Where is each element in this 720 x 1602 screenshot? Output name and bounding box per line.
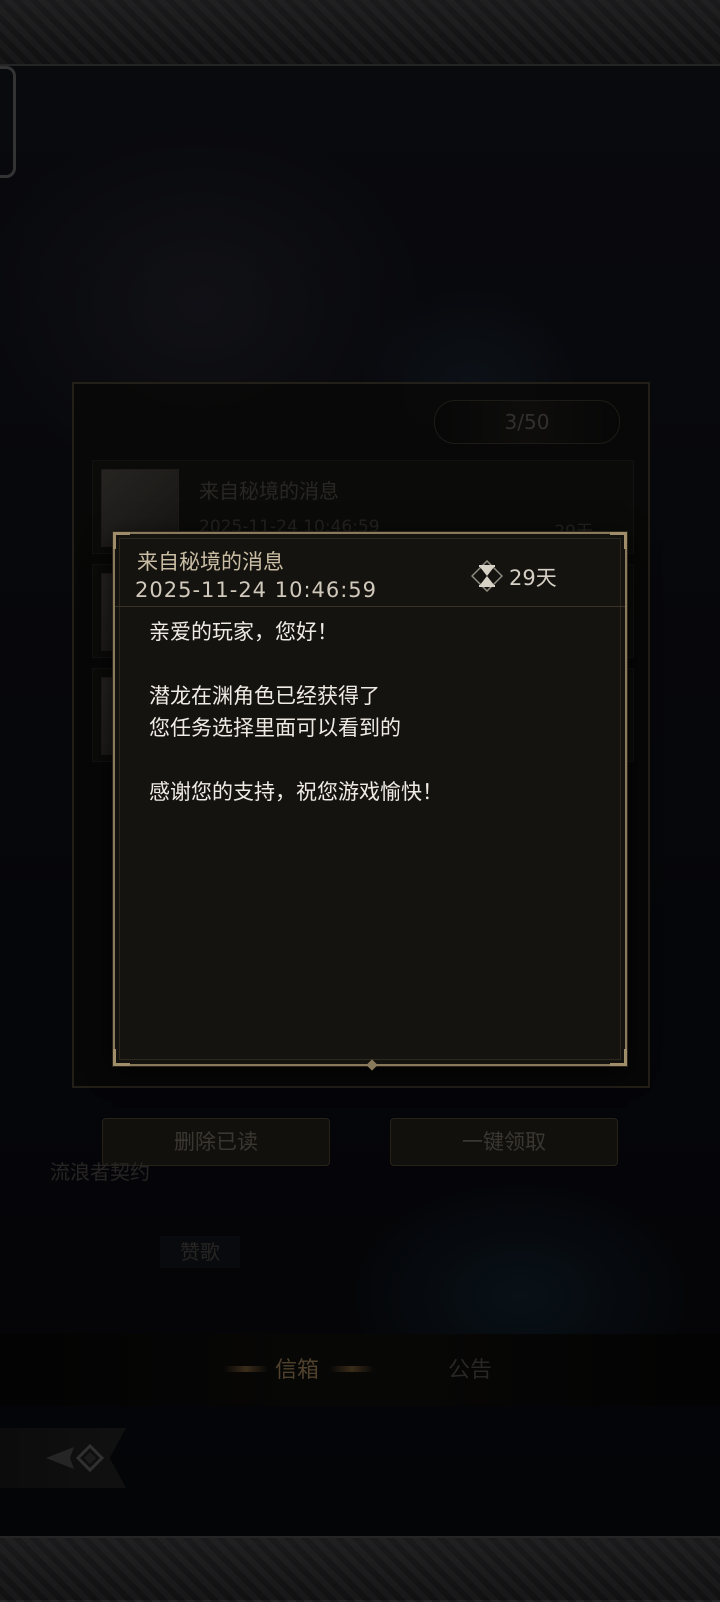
mail-date: 2025-11-24 10:46:59 xyxy=(135,578,378,602)
mail-detail-dialog: 来自秘境的消息 2025-11-24 10:46:59 29天 亲爱的玩家，您好… xyxy=(113,532,627,1071)
expire-days: 29天 xyxy=(509,566,557,590)
mail-body: 亲爱的玩家，您好！ 潜龙在渊角色已经获得了 您任务选择里面可以看到的 感谢您的支… xyxy=(149,616,599,808)
hourglass-icon xyxy=(471,560,503,592)
mail-line: 潜龙在渊角色已经获得了 xyxy=(149,684,380,708)
mail-closing: 感谢您的支持，祝您游戏愉快！ xyxy=(149,780,443,804)
mail-line: 您任务选择里面可以看到的 xyxy=(149,716,401,740)
mail-greeting: 亲爱的玩家，您好！ xyxy=(149,620,338,644)
corner-ornament xyxy=(113,1049,130,1066)
corner-ornament xyxy=(610,1049,627,1066)
mail-title: 来自秘境的消息 xyxy=(137,550,284,574)
dialog-header: 来自秘境的消息 2025-11-24 10:46:59 29天 xyxy=(115,534,625,607)
